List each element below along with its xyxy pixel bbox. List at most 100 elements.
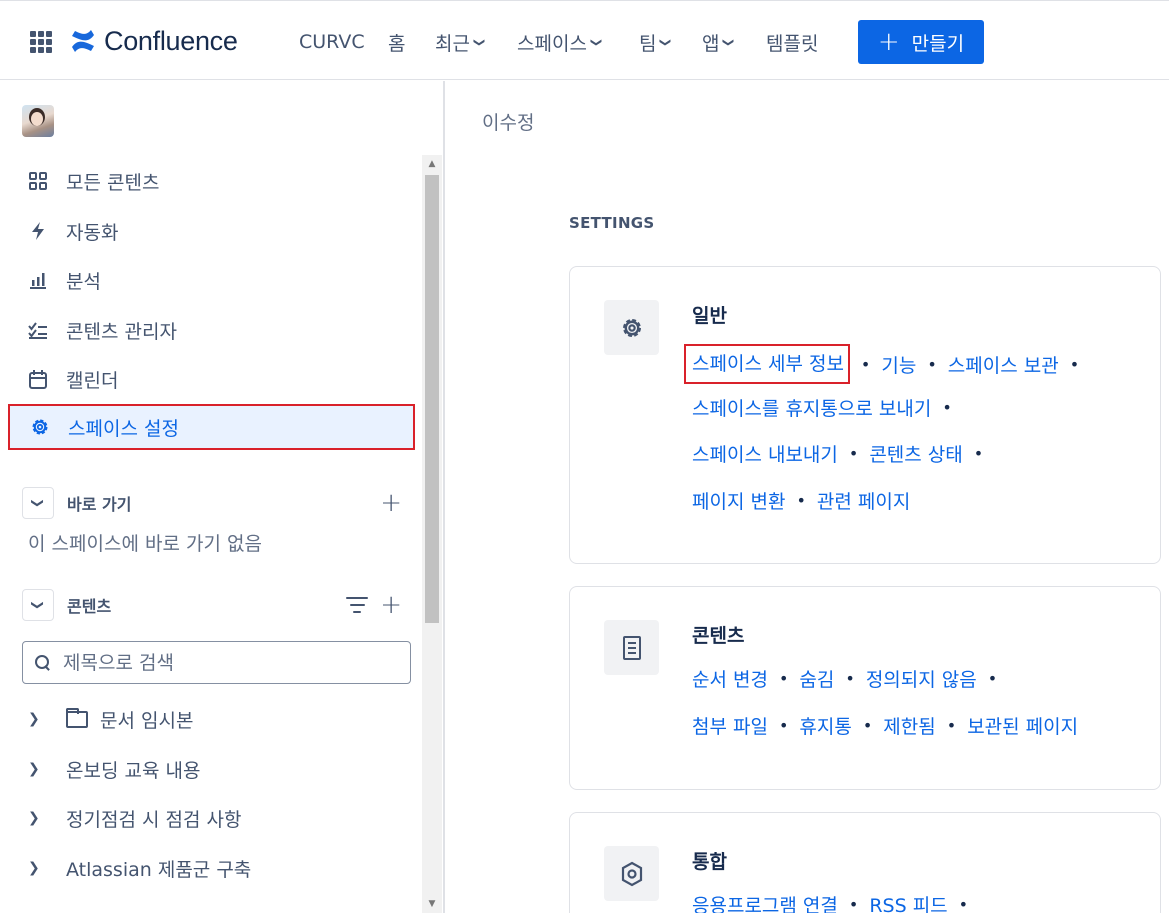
sidebar-item-all-content[interactable]: 모든 콘텐츠 bbox=[8, 158, 415, 204]
nav-label: CURVC bbox=[299, 31, 365, 53]
breadcrumb[interactable]: 이수정 bbox=[482, 108, 534, 135]
tree-item-label: 온보딩 교육 내용 bbox=[66, 759, 201, 782]
content-search-input[interactable] bbox=[63, 651, 383, 674]
app-switcher-icon[interactable] bbox=[30, 31, 52, 53]
card-title: 통합 bbox=[692, 851, 727, 873]
sidebar-item-space-settings[interactable]: 스페이스 설정 bbox=[8, 404, 415, 450]
content-search bbox=[22, 641, 411, 684]
nav-label: 팀 bbox=[639, 32, 657, 55]
sidebar-item-content-manager[interactable]: 콘텐츠 관리자 bbox=[8, 307, 415, 353]
sidebar-item-label: 모든 콘텐츠 bbox=[66, 171, 160, 194]
sidebar-item-calendar[interactable]: 캘린더 bbox=[8, 356, 415, 402]
create-label: 만들기 bbox=[911, 32, 965, 55]
chevron-right-icon[interactable]: ❯ bbox=[28, 711, 48, 727]
hidden-link[interactable]: 숨김 bbox=[799, 665, 834, 692]
gear-icon bbox=[604, 300, 659, 355]
content-status-link[interactable]: 콘텐츠 상태 bbox=[869, 440, 962, 467]
chevron-right-icon[interactable]: ❯ bbox=[28, 761, 48, 777]
tree-item[interactable]: ❯ 문서 임시본 bbox=[28, 699, 193, 739]
space-avatar[interactable] bbox=[22, 105, 54, 137]
bar-chart-icon bbox=[28, 270, 48, 290]
nav-home[interactable]: 홈 bbox=[388, 27, 405, 57]
undefined-link[interactable]: 정의되지 않음 bbox=[866, 665, 977, 692]
grid-icon bbox=[28, 171, 48, 191]
nav-recent[interactable]: 최근 ❯ bbox=[435, 27, 486, 57]
top-navigation: Confluence CURVC 홈 최근 ❯ 스페이스 ❯ 팀 ❯ 앱 ❯ 템플릿 +… bbox=[0, 0, 1169, 80]
link-line: 순서 변경 • 숨김 • 정의되지 않음 • bbox=[692, 665, 1008, 692]
space-details-link[interactable]: 스페이스 세부 정보 bbox=[684, 344, 850, 384]
general-settings-card: 일반 스페이스 세부 정보 • 기능 • 스페이스 보관 • 스페이스를 휴지통으로 … bbox=[569, 266, 1161, 564]
content-settings-card: 콘텐츠 순서 변경 • 숨김 • 정의되지 않음 • 첨부 파일 • 휴지통 • 제한됨 •… bbox=[569, 586, 1161, 790]
sidebar-item-analytics[interactable]: 분석 bbox=[8, 257, 415, 303]
nav-curvc[interactable]: CURVC bbox=[299, 27, 365, 57]
chevron-down-icon: ❯ bbox=[722, 37, 736, 47]
shortcuts-header: ❯ 바로 가기 + bbox=[22, 487, 412, 519]
card-title: 콘텐츠 bbox=[692, 625, 745, 647]
link-line: 페이지 변환 • 관련 페이지 bbox=[692, 487, 910, 514]
trash-space-link[interactable]: 스페이스를 휴지통으로 보내기 bbox=[692, 394, 931, 421]
gear-icon bbox=[30, 417, 50, 437]
integrations-settings-card: 통합 응용프로그램 연결 • RSS 피드 • bbox=[569, 812, 1161, 913]
confluence-logo-icon bbox=[72, 30, 94, 52]
archived-pages-link[interactable]: 보관된 페이지 bbox=[967, 712, 1078, 739]
chevron-right-icon[interactable]: ❯ bbox=[28, 810, 48, 826]
tree-item-label: 정기점검 시 점검 사항 bbox=[66, 808, 242, 831]
tree-item-label: 문서 임시본 bbox=[100, 709, 194, 732]
link-line: 응용프로그램 연결 • RSS 피드 • bbox=[692, 891, 979, 913]
collapse-content-button[interactable]: ❯ bbox=[22, 589, 54, 621]
scrollbar-thumb[interactable] bbox=[425, 175, 439, 623]
scroll-up-icon[interactable]: ▲ bbox=[422, 159, 442, 169]
sidebar-item-label: 자동화 bbox=[66, 221, 119, 244]
rss-feeds-link[interactable]: RSS 피드 bbox=[869, 891, 947, 913]
reorder-link[interactable]: 순서 변경 bbox=[692, 665, 768, 692]
chevron-down-icon: ❯ bbox=[590, 37, 604, 47]
nav-teams[interactable]: 팀 ❯ bbox=[639, 27, 673, 57]
create-button[interactable]: + 만들기 bbox=[858, 20, 984, 64]
export-space-link[interactable]: 스페이스 내보내기 bbox=[692, 440, 838, 467]
scroll-down-icon[interactable]: ▼ bbox=[422, 899, 442, 909]
filter-icon[interactable] bbox=[346, 597, 369, 613]
document-icon bbox=[604, 620, 659, 675]
content-title: 콘텐츠 bbox=[67, 597, 112, 616]
link-line: 첨부 파일 • 휴지통 • 제한됨 • 보관된 페이지 bbox=[692, 712, 1078, 739]
add-content-button[interactable]: + bbox=[380, 590, 402, 620]
sidebar-item-label: 스페이스 설정 bbox=[68, 417, 179, 440]
page-convert-link[interactable]: 페이지 변환 bbox=[692, 487, 785, 514]
chevron-down-icon: ❯ bbox=[31, 497, 45, 509]
features-link[interactable]: 기능 bbox=[881, 351, 916, 378]
tree-item[interactable]: ❯ 정기점검 시 점검 사항 bbox=[28, 798, 241, 838]
calendar-icon bbox=[28, 369, 48, 389]
tree-item[interactable]: ❯ 온보딩 교육 내용 bbox=[28, 749, 200, 789]
nav-label: 스페이스 bbox=[517, 32, 587, 55]
archive-space-link[interactable]: 스페이스 보관 bbox=[948, 351, 1059, 378]
link-line: 스페이스 내보내기 • 콘텐츠 상태 • bbox=[692, 440, 994, 467]
nav-apps[interactable]: 앱 ❯ bbox=[702, 27, 736, 57]
add-shortcut-button[interactable]: + bbox=[380, 488, 402, 518]
collapse-shortcuts-button[interactable]: ❯ bbox=[22, 487, 54, 519]
confluence-logo[interactable]: Confluence bbox=[70, 23, 238, 59]
restricted-link[interactable]: 제한됨 bbox=[883, 712, 935, 739]
tree-item[interactable]: ❯ Atlassian 제품군 구축 bbox=[28, 848, 251, 888]
nav-label: 최근 bbox=[435, 32, 470, 55]
sidebar: 모든 콘텐츠 자동화 분석 콘텐츠 관리자 캘린더 스페이스 설정 ❯ 바로 가… bbox=[0, 81, 445, 913]
nav-label: 템플릿 bbox=[766, 32, 819, 55]
nav-label: 앱 bbox=[702, 32, 720, 55]
main-content: 이수정 SETTINGS 일반 스페이스 세부 정보 • 기능 • 스페이스 보관 •… bbox=[447, 81, 1169, 913]
plus-icon: + bbox=[877, 27, 900, 57]
hexagon-icon bbox=[604, 846, 659, 901]
trash-link[interactable]: 휴지통 bbox=[799, 712, 851, 739]
nav-spaces[interactable]: 스페이스 ❯ bbox=[517, 27, 604, 57]
chevron-right-icon[interactable]: ❯ bbox=[28, 860, 48, 876]
related-pages-link[interactable]: 관련 페이지 bbox=[817, 487, 910, 514]
sidebar-item-automation[interactable]: 자동화 bbox=[8, 208, 415, 254]
chevron-down-icon: ❯ bbox=[31, 599, 45, 611]
shortcuts-title: 바로 가기 bbox=[67, 495, 132, 514]
app-links-link[interactable]: 응용프로그램 연결 bbox=[692, 891, 838, 913]
settings-title: SETTINGS bbox=[569, 214, 655, 232]
sidebar-item-label: 콘텐츠 관리자 bbox=[66, 320, 177, 343]
checklist-icon bbox=[28, 320, 48, 340]
sidebar-item-label: 캘린더 bbox=[66, 369, 119, 392]
sidebar-scrollbar[interactable]: ▲ ▼ bbox=[422, 155, 442, 913]
nav-templates[interactable]: 템플릿 bbox=[766, 27, 818, 57]
attachments-link[interactable]: 첨부 파일 bbox=[692, 712, 768, 739]
